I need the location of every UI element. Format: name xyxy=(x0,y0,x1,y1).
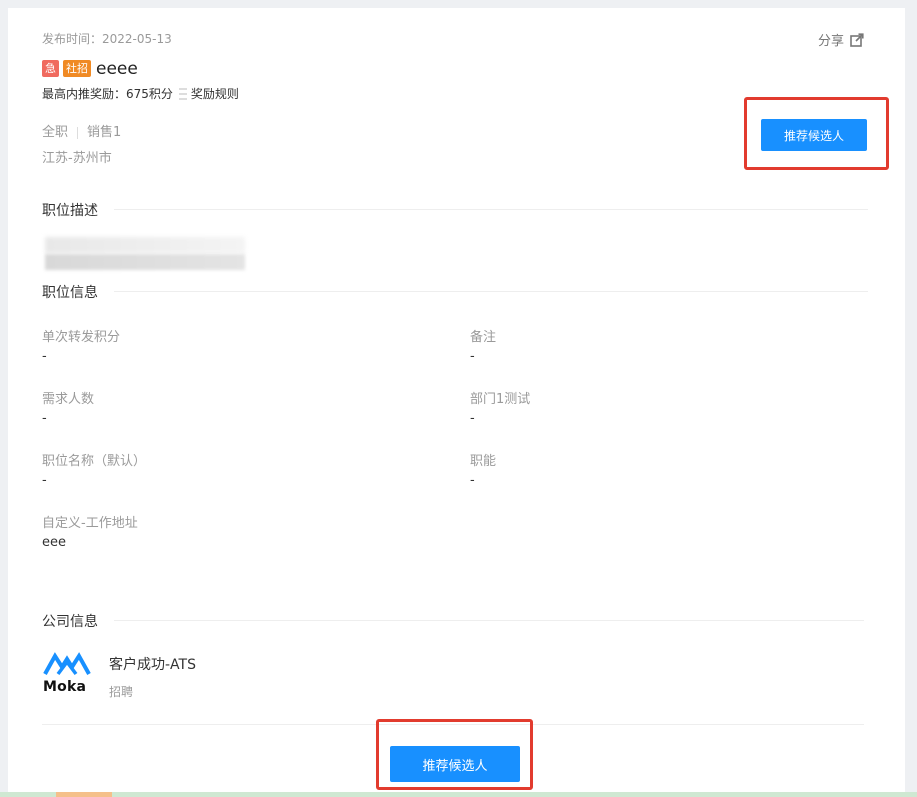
field-value: - xyxy=(470,349,475,364)
company-name: 客户成功-ATS xyxy=(109,657,196,673)
urgent-tag: 急 xyxy=(42,60,59,77)
field-label: 职能 xyxy=(470,454,497,469)
reward-value: 675积分 xyxy=(126,87,173,101)
document-lines-icon xyxy=(178,88,187,100)
field-label: 备注 xyxy=(470,330,497,345)
moka-logo-mark-icon xyxy=(43,652,91,676)
reward-row: 最高内推奖励：675积分 奖励规则 xyxy=(42,85,239,102)
description-title: 职位描述 xyxy=(42,203,98,219)
company-title: 公司信息 xyxy=(42,614,98,630)
field-label: 自定义-工作地址 xyxy=(42,516,138,531)
job-title: eeee xyxy=(96,58,138,79)
reward-label: 最高内推奖励： xyxy=(42,87,127,101)
job-location: 江苏-苏州市 xyxy=(42,151,112,166)
field-label: 单次转发积分 xyxy=(42,330,121,345)
field-value: eee xyxy=(42,535,66,550)
moka-logo: Moka xyxy=(43,650,91,698)
section-divider xyxy=(114,209,868,210)
logo-text: Moka xyxy=(43,679,87,695)
section-divider xyxy=(114,620,864,621)
info-title: 职位信息 xyxy=(42,285,98,301)
field-label: 需求人数 xyxy=(42,392,95,407)
field-label: 部门1测试 xyxy=(470,392,531,407)
share-label: 分享 xyxy=(818,34,845,49)
field-value: - xyxy=(42,411,47,426)
blurred-description-line-2 xyxy=(45,254,245,270)
publish-time: 发布时间：2022-05-13 xyxy=(42,30,172,47)
recommend-candidate-button[interactable]: 推荐候选人 xyxy=(761,119,867,151)
field-value: - xyxy=(470,411,475,426)
publish-time-label: 发布时间： xyxy=(42,32,103,46)
section-divider xyxy=(114,291,868,292)
bottom-accent xyxy=(56,792,112,797)
job-detail-card: 发布时间：2022-05-13 分享 急社招 eeee 最高内推奖励：675积分 奖… xyxy=(8,8,905,797)
job-meta: 全职 销售1 xyxy=(42,121,121,140)
field-label: 职位名称（默认） xyxy=(42,454,147,469)
job-title-row: 急社招 eeee xyxy=(42,58,138,79)
job-type-tag: 社招 xyxy=(63,60,91,77)
company-subtitle: 招聘 xyxy=(109,685,134,699)
share-button[interactable]: 分享 xyxy=(818,30,864,49)
reward-rules-link[interactable]: 奖励规则 xyxy=(191,87,239,101)
recommend-candidate-bottom-button[interactable]: 推荐候选人 xyxy=(390,746,520,782)
field-value: - xyxy=(42,349,47,364)
employment-type: 全职 xyxy=(42,125,69,140)
bottom-strip xyxy=(0,792,917,797)
blurred-description-line-1 xyxy=(45,237,245,253)
publish-time-value: 2022-05-13 xyxy=(102,32,172,46)
share-external-icon xyxy=(850,32,864,47)
field-value: - xyxy=(42,473,47,488)
meta-divider xyxy=(77,126,79,139)
department: 销售1 xyxy=(87,125,122,140)
field-value: - xyxy=(470,473,475,488)
